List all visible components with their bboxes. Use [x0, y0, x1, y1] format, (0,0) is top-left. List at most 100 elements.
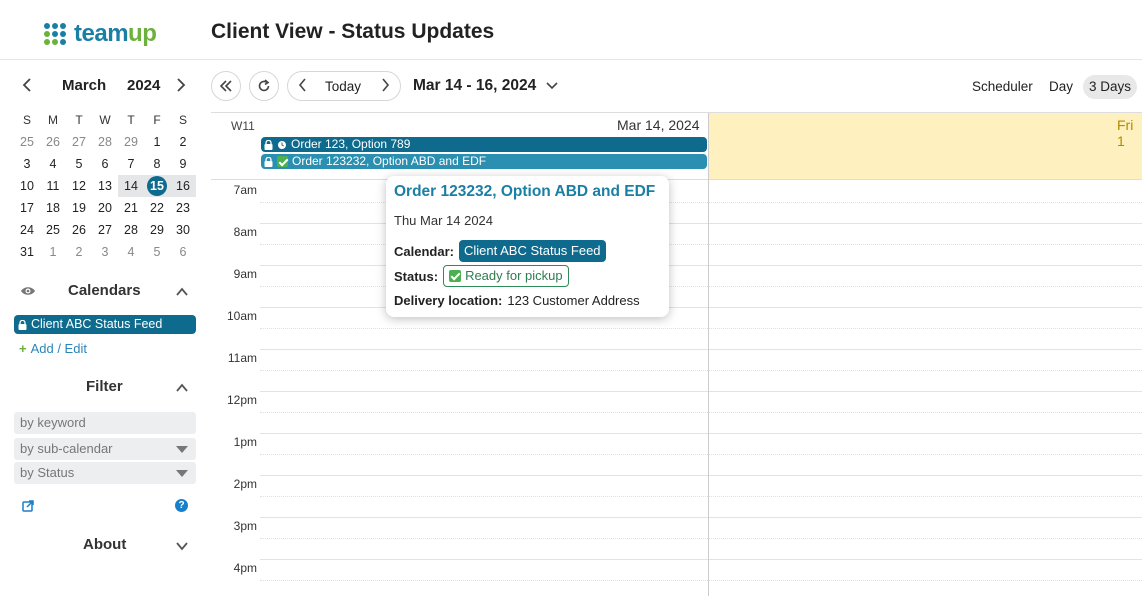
- mini-calendar-day[interactable]: 21: [118, 197, 144, 219]
- refresh-button[interactable]: [249, 71, 279, 101]
- hour-row[interactable]: 1pm: [211, 433, 1142, 476]
- chevron-up-icon[interactable]: [175, 381, 189, 395]
- view-day-button[interactable]: Day: [1043, 75, 1079, 99]
- hour-label: 8am: [233, 225, 257, 239]
- logo-dots-icon: [44, 23, 66, 45]
- sidebar: March 2024 S M T W T F S 25 26 27 28 29 1 2 3 4 5 6 7 8 9 10 1…: [0, 60, 210, 596]
- mini-calendar-day[interactable]: 6: [170, 241, 196, 263]
- mini-calendar-day[interactable]: 31: [14, 241, 40, 263]
- add-edit-calendars-link[interactable]: + Add / Edit: [19, 341, 87, 356]
- day-column-header[interactable]: Mar 14, 2024: [617, 117, 700, 133]
- filter-keyword-input[interactable]: by keyword: [14, 412, 196, 434]
- help-icon[interactable]: ?: [175, 499, 188, 512]
- popover-title[interactable]: Order 123232, Option ABD and EDF: [394, 183, 655, 201]
- popover-status-badge: Ready for pickup: [443, 265, 569, 287]
- mini-calendar-day[interactable]: 25: [14, 131, 40, 153]
- mini-calendar-day[interactable]: 16: [170, 175, 196, 197]
- hour-row[interactable]: 10am: [211, 307, 1142, 350]
- mini-calendar-day[interactable]: 7: [118, 153, 144, 175]
- calendar-item-label: Client ABC Status Feed: [31, 317, 163, 331]
- mini-calendar-day[interactable]: 11: [40, 175, 66, 197]
- mini-calendar-day[interactable]: 3: [92, 241, 118, 263]
- mini-calendar-day[interactable]: 23: [170, 197, 196, 219]
- mini-calendar-day[interactable]: 29: [144, 219, 170, 241]
- event-title: Order 123, Option 789: [291, 137, 411, 151]
- hour-label: 9am: [233, 267, 257, 281]
- calendar-item-client-abc[interactable]: Client ABC Status Feed: [14, 315, 196, 334]
- filter-section-title[interactable]: Filter: [86, 378, 123, 395]
- mini-calendar-day[interactable]: 28: [92, 131, 118, 153]
- filter-status-select[interactable]: by Status: [14, 462, 196, 484]
- mini-calendar-day[interactable]: 27: [66, 131, 92, 153]
- mini-calendar-day[interactable]: 5: [66, 153, 92, 175]
- teamup-logo[interactable]: teamup: [44, 20, 157, 48]
- date-range-picker[interactable]: Mar 14 - 16, 2024: [413, 77, 558, 95]
- filter-subcalendar-select[interactable]: by sub-calendar: [14, 438, 196, 460]
- event-bar[interactable]: Order 123232, Option ABD and EDF: [261, 154, 707, 169]
- weekday-label: T: [75, 113, 83, 127]
- hour-row[interactable]: 2pm: [211, 475, 1142, 518]
- mini-calendar-day[interactable]: 27: [92, 219, 118, 241]
- caret-down-icon: [176, 470, 188, 477]
- mini-calendar-day[interactable]: 17: [14, 197, 40, 219]
- mini-calendar-day[interactable]: 12: [66, 175, 92, 197]
- mini-calendar-day[interactable]: 18: [40, 197, 66, 219]
- plus-icon: +: [19, 341, 27, 356]
- mini-calendar-day[interactable]: 26: [40, 131, 66, 153]
- mini-calendar-month[interactable]: March: [62, 77, 106, 94]
- hour-row[interactable]: 12pm: [211, 391, 1142, 434]
- mini-calendar-day[interactable]: 25: [40, 219, 66, 241]
- mini-calendar-day[interactable]: 29: [118, 131, 144, 153]
- hour-row[interactable]: 4pm: [211, 559, 1142, 596]
- prev-month-button[interactable]: [22, 76, 32, 96]
- mini-calendar-day[interactable]: 28: [118, 219, 144, 241]
- mini-calendar-day[interactable]: 4: [118, 241, 144, 263]
- mini-calendar-day[interactable]: 26: [66, 219, 92, 241]
- next-range-button[interactable]: [381, 78, 390, 96]
- mini-calendar-day[interactable]: 20: [92, 197, 118, 219]
- chevron-down-icon[interactable]: [175, 539, 189, 553]
- lock-icon: [264, 139, 273, 150]
- mini-calendar-year[interactable]: 2024: [127, 77, 160, 94]
- mini-calendar-day[interactable]: 15: [144, 175, 170, 197]
- popover-calendar-row: Calendar: Client ABC Status Feed: [394, 240, 606, 262]
- today-button[interactable]: Today: [325, 79, 361, 94]
- collapse-sidebar-button[interactable]: [211, 71, 241, 101]
- mini-calendar-day[interactable]: 30: [170, 219, 196, 241]
- hour-row[interactable]: 8am: [211, 223, 1142, 266]
- mini-calendar-day[interactable]: 6: [92, 153, 118, 175]
- mini-calendar-day[interactable]: 1: [40, 241, 66, 263]
- mini-calendar-day[interactable]: 2: [66, 241, 92, 263]
- mini-calendar-day[interactable]: 4: [40, 153, 66, 175]
- mini-calendar-day[interactable]: 8: [144, 153, 170, 175]
- hour-row[interactable]: 7am: [211, 181, 1142, 224]
- mini-calendar-day[interactable]: 19: [66, 197, 92, 219]
- hour-row[interactable]: 9am: [211, 265, 1142, 308]
- mini-calendar-day[interactable]: 13: [92, 175, 118, 197]
- mini-calendar-day[interactable]: 3: [14, 153, 40, 175]
- mini-calendar-day[interactable]: 22: [144, 197, 170, 219]
- hour-row[interactable]: 3pm: [211, 517, 1142, 560]
- view-3days-button[interactable]: 3 Days: [1083, 75, 1138, 99]
- mini-calendar-day[interactable]: 2: [170, 131, 196, 153]
- mini-calendar-grid: S M T W T F S 25 26 27 28 29 1 2 3 4 5 6 7 8 9 10 11 12 13 14 15 16…: [14, 109, 196, 263]
- mini-calendar-day[interactable]: 5: [144, 241, 170, 263]
- mini-calendar-day[interactable]: 24: [14, 219, 40, 241]
- chevron-up-icon[interactable]: [175, 285, 189, 299]
- mini-calendar-day[interactable]: 1: [144, 131, 170, 153]
- mini-calendar-day[interactable]: 14: [118, 175, 144, 197]
- eye-icon[interactable]: [20, 285, 36, 297]
- popover-status-row: Status: Ready for pickup: [394, 265, 569, 287]
- mini-calendar-day[interactable]: 10: [14, 175, 40, 197]
- calendars-section-title[interactable]: Calendars: [68, 282, 141, 299]
- half-hour-line: [260, 496, 1142, 497]
- prev-range-button[interactable]: [298, 78, 307, 96]
- next-month-button[interactable]: [176, 76, 186, 96]
- view-scheduler-button[interactable]: Scheduler: [966, 75, 1039, 99]
- hour-row[interactable]: 11am: [211, 349, 1142, 392]
- chevron-left-icon: [22, 78, 31, 92]
- event-bar[interactable]: Order 123, Option 789: [261, 137, 707, 152]
- share-icon[interactable]: [22, 499, 35, 512]
- about-section-title[interactable]: About: [83, 536, 126, 553]
- mini-calendar-day[interactable]: 9: [170, 153, 196, 175]
